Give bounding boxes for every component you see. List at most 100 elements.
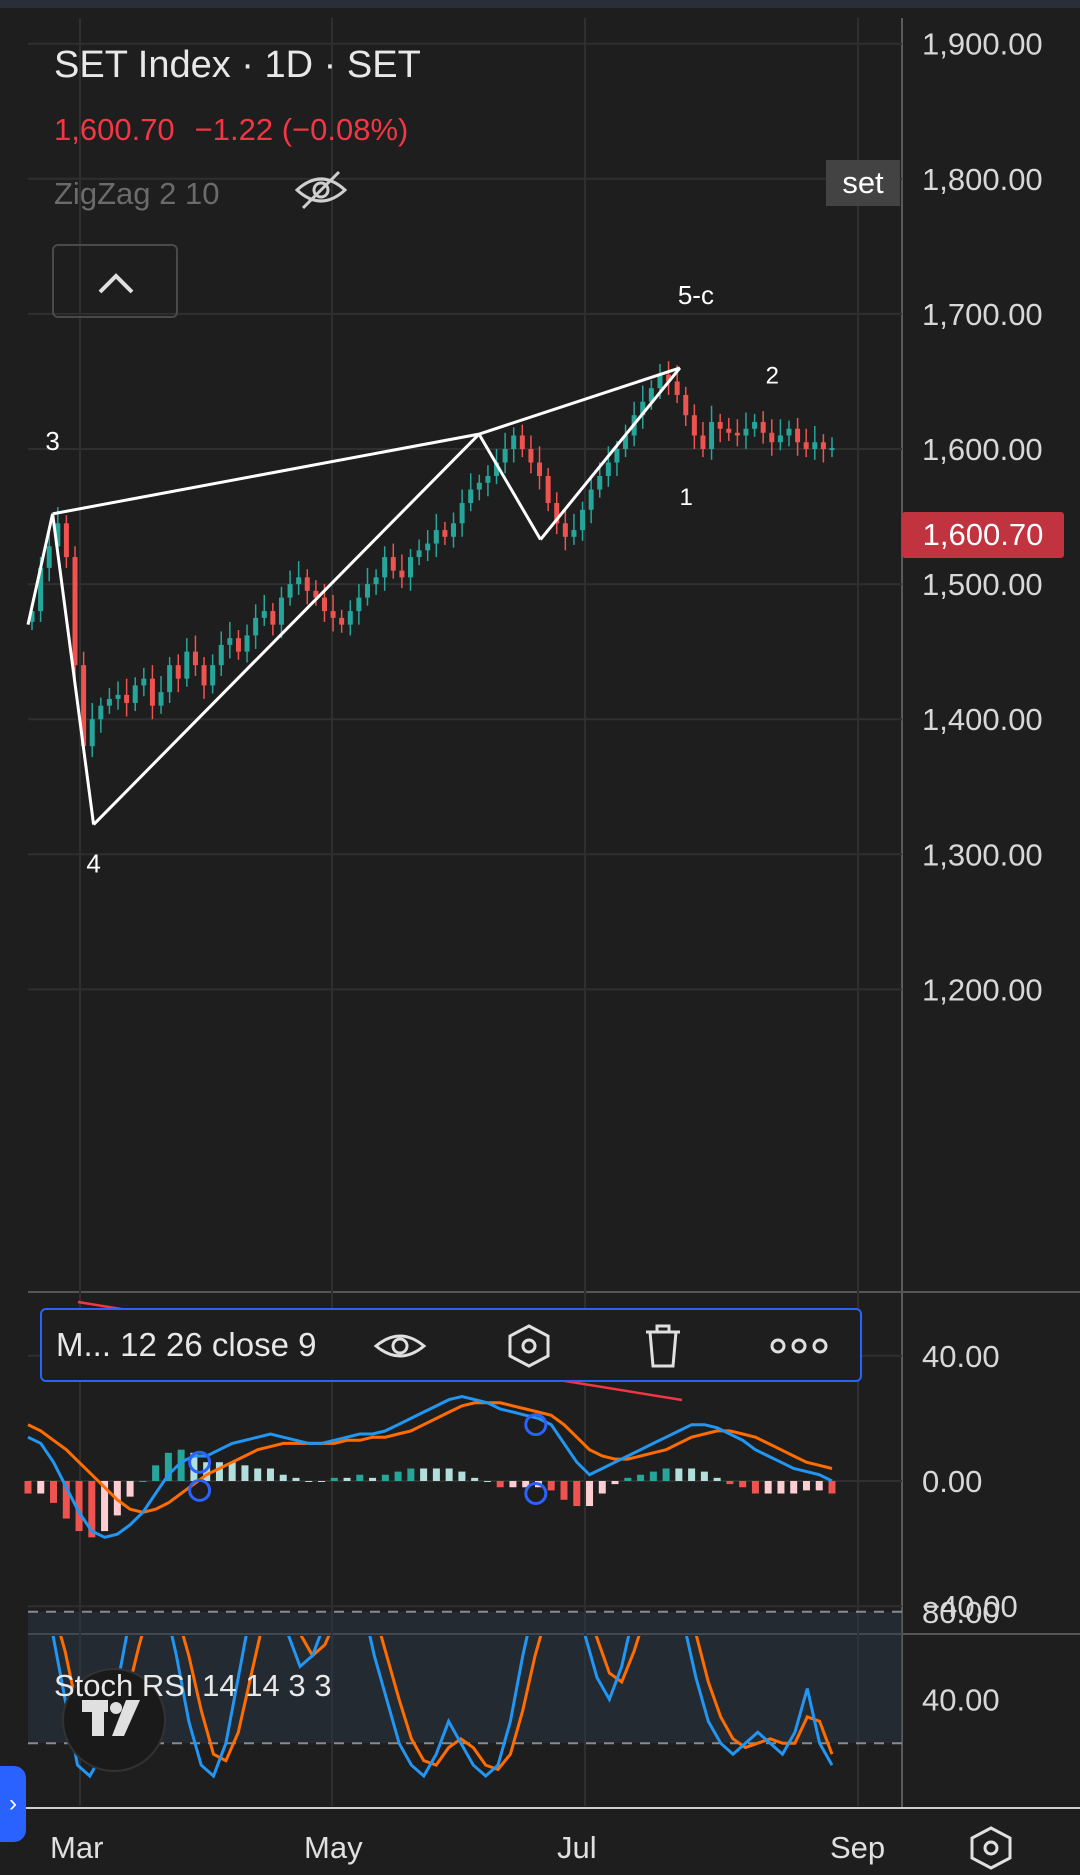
eye-icon[interactable]	[372, 1322, 427, 1370]
histogram-bar	[483, 1481, 491, 1482]
price-tick-label: 1,200.00	[922, 972, 1043, 1007]
candle-body	[98, 705, 104, 720]
candle-body	[63, 523, 69, 558]
candle-body	[72, 557, 78, 666]
candle-body	[820, 442, 826, 449]
candle-body	[726, 428, 732, 433]
candle-body	[261, 611, 267, 618]
histogram-bar	[369, 1477, 377, 1481]
histogram-bar	[649, 1471, 657, 1481]
candle-body	[235, 638, 241, 652]
histogram-bar	[432, 1468, 440, 1481]
macd-label: M... 12 26 close 9	[56, 1326, 317, 1363]
candle-body	[149, 678, 155, 706]
wave-label: 3	[45, 426, 59, 456]
histogram-bar	[471, 1477, 479, 1481]
histogram-bar	[356, 1474, 364, 1481]
candle-body	[597, 476, 603, 490]
collapse-legend-button[interactable]	[52, 244, 178, 318]
price-tick-label: 1,400.00	[922, 702, 1043, 737]
wave-label: 2	[766, 362, 779, 389]
time-tick-label: Jul	[557, 1830, 597, 1865]
symbol-header[interactable]: SET Index · 1D · SET	[54, 44, 421, 87]
candle-body	[528, 449, 534, 463]
histogram-bar	[139, 1481, 147, 1482]
candle-body	[657, 374, 663, 389]
current-price-tag: 1,600.70	[902, 512, 1064, 558]
candle-body	[614, 449, 620, 463]
candle-body	[545, 476, 551, 504]
candle-body	[158, 692, 164, 706]
settings-gear-icon[interactable]	[966, 1826, 1016, 1875]
candle-body	[700, 435, 706, 449]
candle-body	[330, 611, 336, 618]
price-change: −1.22 (−0.08%)	[194, 112, 409, 147]
candle-body	[167, 665, 173, 693]
candle-body	[201, 665, 207, 686]
candle-body	[571, 530, 577, 537]
chevron-up-icon	[98, 273, 134, 294]
histogram-bar	[241, 1465, 249, 1481]
histogram-bar	[152, 1465, 160, 1481]
time-tick-label: Sep	[830, 1830, 885, 1865]
candle-body	[175, 665, 181, 679]
candle-body	[502, 449, 508, 463]
exchange-label: SET	[346, 44, 421, 86]
candle-body	[347, 611, 353, 625]
histogram-bar	[828, 1481, 836, 1494]
histogram-bar	[713, 1477, 721, 1481]
candle-body	[580, 509, 586, 531]
price-line: 1,600.70 −1.22 (−0.08%)	[54, 112, 408, 148]
histogram-bar	[407, 1468, 415, 1481]
candle-body	[132, 685, 138, 703]
symbol-name: SET Index	[54, 44, 231, 86]
histogram-bar	[573, 1481, 581, 1507]
candle-body	[786, 428, 792, 436]
candle-body	[777, 435, 783, 443]
candle-body	[278, 597, 284, 625]
histogram-bar	[458, 1471, 466, 1481]
eye-off-icon[interactable]	[293, 168, 349, 217]
candle-body	[511, 435, 517, 449]
trash-icon[interactable]	[638, 1322, 688, 1370]
candle-body	[115, 694, 121, 699]
expand-sidebar-button[interactable]: ›	[0, 1766, 26, 1842]
histogram-bar	[560, 1481, 568, 1500]
candle-body	[270, 611, 276, 625]
candle-body	[339, 617, 345, 625]
candle-body	[588, 489, 594, 510]
histogram-bar	[700, 1471, 708, 1481]
histogram-bar	[381, 1474, 389, 1481]
histogram-bar	[764, 1481, 772, 1494]
candle-body	[537, 462, 543, 477]
histogram-bar	[688, 1468, 696, 1481]
candle-body	[691, 415, 697, 436]
more-icon[interactable]	[764, 1322, 834, 1370]
stoch-rsi-label[interactable]: Stoch RSI 14 14 3 3	[54, 1668, 331, 1704]
histogram-bar	[802, 1481, 810, 1491]
price-tick-label: 1,700.00	[922, 297, 1043, 332]
candle-body	[141, 678, 147, 686]
candle-body	[210, 665, 216, 686]
histogram-bar	[215, 1462, 223, 1481]
candle-body	[760, 421, 766, 433]
zigzag-indicator-label[interactable]: ZigZag 2 10	[54, 176, 219, 212]
macd-indicator-toolbar[interactable]: M... 12 26 close 9	[40, 1308, 862, 1382]
macd-tick-label: 40.00	[922, 1339, 1000, 1374]
wave-label: 5-c	[678, 280, 714, 310]
histogram-bar	[50, 1481, 58, 1503]
candle-body	[184, 651, 190, 679]
candle-body	[124, 694, 130, 703]
settings-hexagon-icon[interactable]	[504, 1322, 554, 1370]
histogram-bar	[496, 1481, 504, 1488]
header-sep-2: ·	[313, 44, 347, 86]
histogram-bar	[662, 1468, 670, 1481]
candle-body	[683, 394, 689, 416]
candle-body	[769, 432, 775, 443]
candle-body	[89, 719, 95, 747]
histogram-bar	[726, 1481, 734, 1485]
candle-body	[459, 503, 465, 524]
time-tick-label: May	[304, 1830, 363, 1865]
histogram-bar	[266, 1468, 274, 1481]
price-tick-label: 1,500.00	[922, 567, 1043, 602]
